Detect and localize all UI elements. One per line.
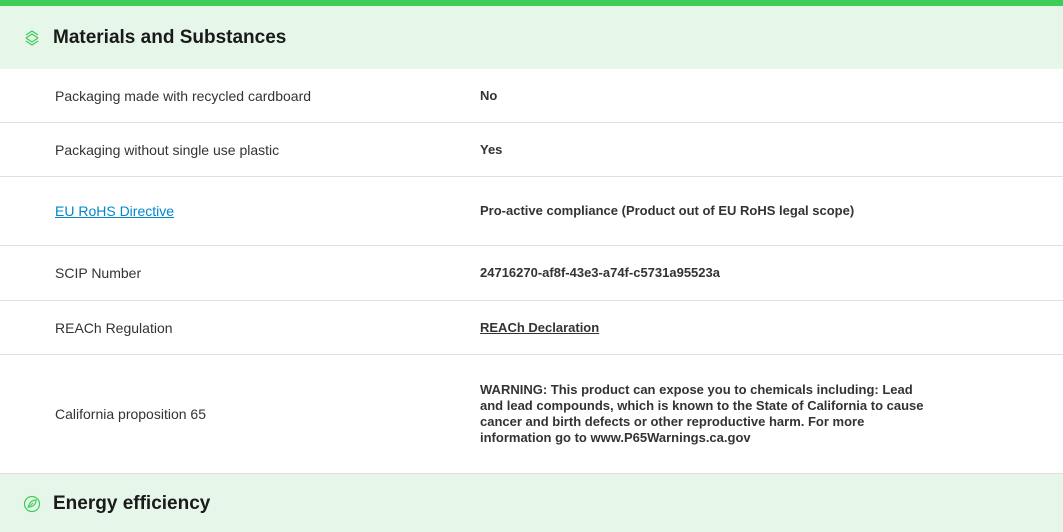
rohs-directive-link-cell: EU RoHS Directive [0,203,480,219]
energy-section-header[interactable]: Energy efficiency [0,474,1063,532]
rohs-directive-link[interactable]: EU RoHS Directive [55,203,174,219]
table-row: Packaging made with recycled cardboard N… [0,69,1063,123]
section-title: Energy efficiency [53,493,211,514]
row-value: Yes [480,141,503,157]
row-label: SCIP Number [55,265,142,281]
row-label: Packaging made with recycled cardboard [55,87,312,104]
prop65-warning-text: WARNING: This product can expose you to … [480,382,924,445]
scip-number-value: 24716270-af8f-43e3-a74f-c5731a95523a [480,265,720,280]
reach-declaration-link[interactable]: REACh Declaration [480,320,599,336]
row-value: No [480,87,498,103]
row-label: Packaging without single use plastic [55,141,280,158]
table-row: REACh Regulation REACh Declaration [0,301,1063,355]
materials-section-header[interactable]: Materials and Substances [0,6,1063,69]
layers-icon [21,27,43,49]
table-row: EU RoHS Directive Pro-active compliance … [0,177,1063,246]
table-row: SCIP Number 24716270-af8f-43e3-a74f-c573… [0,246,1063,301]
leaf-circle-icon [21,493,43,515]
section-title: Materials and Substances [53,26,287,48]
row-label: California proposition 65 [55,406,206,422]
row-label: REACh Regulation [55,319,173,336]
row-value: Pro-active compliance (Product out of EU… [480,203,855,218]
table-row: Packaging without single use plastic Yes [0,123,1063,177]
table-row: California proposition 65 WARNING: This … [0,355,1063,474]
